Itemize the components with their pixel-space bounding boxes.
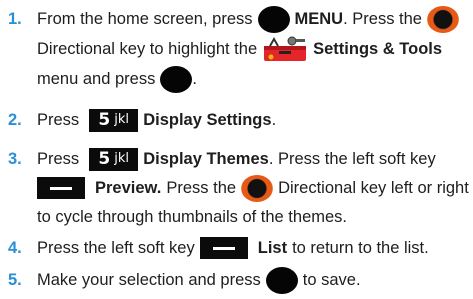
step-5-line-1: Make your selection and press to save. xyxy=(37,264,361,296)
directional-key-icon xyxy=(241,174,274,202)
list-label: List xyxy=(257,239,288,257)
step-number: 1. xyxy=(8,10,22,28)
step-text: menu and press xyxy=(37,70,156,88)
display-themes-label: Display Themes xyxy=(143,150,269,168)
step-text: . xyxy=(271,111,277,129)
step-number: 4. xyxy=(8,239,22,257)
step-number: 3. xyxy=(8,150,22,168)
key-digit: 5 xyxy=(98,149,111,169)
step-text: . Press the xyxy=(343,10,422,28)
5-jkl-key-icon: 5 jkl xyxy=(89,147,139,171)
left-soft-key-icon xyxy=(199,237,248,259)
step-text: Press the left soft key xyxy=(37,239,195,257)
step-text: Press xyxy=(37,111,80,129)
display-settings-label: Display Settings xyxy=(143,111,272,129)
step-text: . xyxy=(192,70,197,88)
menu-ok-key-icon xyxy=(257,5,290,33)
step-1-line-1: From the home screen, press MENU . Press… xyxy=(37,3,459,35)
step-text: Press the xyxy=(166,179,237,197)
step-4-line-1: Press the left soft key List to return t… xyxy=(37,232,429,264)
step-text: to cycle through thumbnails of the theme… xyxy=(37,208,348,226)
step-text: Make your selection and press xyxy=(37,271,261,289)
step-text: Directional key left or right xyxy=(278,179,469,197)
step-3-line-3: to cycle through thumbnails of the theme… xyxy=(37,201,347,233)
step-3-line-1: Press 5 jkl Display Themes . Press the l… xyxy=(37,143,436,175)
settings-tools-icon xyxy=(264,36,307,61)
step-text: to save. xyxy=(302,271,361,289)
directional-key-icon xyxy=(426,5,459,33)
step-2-line-1: Press 5 jkl Display Settings . xyxy=(37,104,276,136)
ok-key-icon xyxy=(160,65,193,93)
step-1-line-3: menu and press . xyxy=(37,63,197,95)
step-text: From the home screen, press xyxy=(37,10,253,28)
step-text: to return to the list. xyxy=(292,239,429,257)
ok-key-icon xyxy=(265,266,298,294)
preview-label: Preview. xyxy=(95,179,162,197)
step-1-line-2: Directional key to highlight the Setting… xyxy=(37,33,442,65)
key-letters: jkl xyxy=(114,151,129,166)
key-letters: jkl xyxy=(114,112,129,127)
menu-label: MENU xyxy=(294,10,344,28)
step-text: Directional key to highlight the xyxy=(37,40,258,58)
step-number: 2. xyxy=(8,111,22,129)
step-3-line-2: Preview. Press the Directional key left … xyxy=(37,172,469,204)
left-soft-key-icon xyxy=(37,177,85,199)
key-digit: 5 xyxy=(98,110,111,130)
step-number: 5. xyxy=(8,271,22,289)
step-text: . Press the left soft key xyxy=(268,150,436,168)
instruction-steps: 1. From the home screen, press MENU . Pr… xyxy=(0,0,473,299)
step-text: Press xyxy=(37,150,80,168)
5-jkl-key-icon: 5 jkl xyxy=(89,108,139,132)
settings-tools-label: Settings & Tools xyxy=(313,40,443,58)
